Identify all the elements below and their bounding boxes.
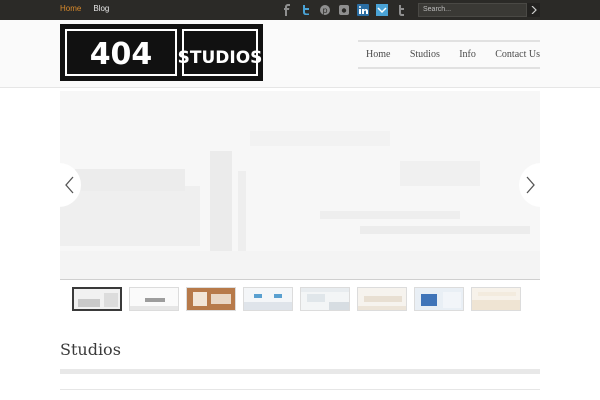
nav-home[interactable]: Home bbox=[366, 49, 390, 60]
top-nav: Home Blog bbox=[60, 4, 109, 13]
chevron-left-icon bbox=[65, 176, 74, 194]
slider-bottom-line bbox=[60, 279, 540, 280]
site-logo[interactable]: 404 STUDIOS bbox=[60, 24, 263, 81]
nav-studios[interactable]: Studios bbox=[410, 49, 440, 60]
linkedin-icon[interactable] bbox=[356, 3, 370, 17]
search-input[interactable]: Search... bbox=[418, 3, 527, 17]
top-bar: Home Blog p Search... bbox=[0, 0, 600, 20]
logo-404-text: 404 bbox=[90, 37, 153, 72]
slider-thumbnail[interactable] bbox=[357, 287, 407, 311]
slider-thumbnail[interactable] bbox=[300, 287, 350, 311]
delicious-icon[interactable] bbox=[375, 3, 389, 17]
nav-info[interactable]: Info bbox=[459, 49, 476, 60]
section-title: Studios bbox=[60, 340, 121, 359]
chevron-right-icon bbox=[531, 6, 537, 14]
nav-contact-us[interactable]: Contact Us bbox=[495, 49, 540, 60]
top-nav-home-link[interactable]: Home bbox=[60, 4, 81, 13]
slider-thumbnail[interactable] bbox=[414, 287, 464, 311]
slider-thumbnail[interactable] bbox=[243, 287, 293, 311]
search-button[interactable] bbox=[527, 3, 540, 17]
instagram-icon[interactable] bbox=[337, 3, 351, 17]
facebook-icon[interactable] bbox=[280, 3, 294, 17]
divider bbox=[60, 389, 540, 390]
pinterest-icon[interactable]: p bbox=[318, 3, 332, 17]
svg-text:p: p bbox=[322, 6, 327, 15]
slider-image bbox=[60, 91, 540, 280]
slider-thumbnail[interactable] bbox=[471, 287, 521, 311]
main-nav: Home Studios Info Contact Us bbox=[358, 40, 540, 69]
slider-thumbnail[interactable] bbox=[72, 287, 122, 311]
tumblr-icon[interactable] bbox=[394, 3, 408, 17]
section-title-underline bbox=[60, 369, 540, 374]
slider-thumbnail[interactable] bbox=[186, 287, 236, 311]
image-slider bbox=[60, 91, 540, 280]
slider-thumbnails bbox=[72, 287, 521, 311]
chevron-right-icon bbox=[526, 176, 535, 194]
twitter-icon[interactable] bbox=[299, 3, 313, 17]
top-nav-blog-link[interactable]: Blog bbox=[93, 4, 109, 13]
slider-thumbnail[interactable] bbox=[129, 287, 179, 311]
logo-studios-text: STUDIOS bbox=[178, 48, 263, 68]
social-icons: p bbox=[280, 3, 408, 17]
